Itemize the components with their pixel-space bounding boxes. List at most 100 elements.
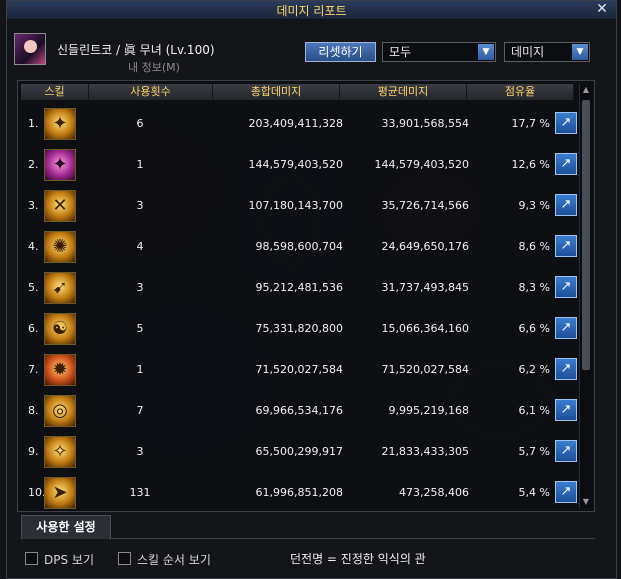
row-average: 71,520,027,584 xyxy=(381,363,469,376)
tab-divider xyxy=(111,538,595,539)
skill-order-checkbox[interactable]: 스킬 순서 보기 xyxy=(118,551,211,568)
scrollbar[interactable]: ▲ ▼ xyxy=(579,84,592,508)
dungeon-name: 던전명 = 진정한 익식의 관 xyxy=(290,552,426,566)
row-index: 6. xyxy=(28,322,39,335)
table-header: 스킬 사용횟수 총합데미지 평균데미지 점유율 xyxy=(21,84,574,100)
row-total: 65,500,299,917 xyxy=(255,445,343,458)
tab-used-settings[interactable]: 사용한 설정 xyxy=(21,515,111,539)
row-index: 2. xyxy=(28,158,39,171)
row-count: 1 xyxy=(136,363,144,376)
row-share: 5,7 % xyxy=(518,445,550,458)
table-row: 9. ✧ 3 65,500,299,917 21,833,433,305 5,7… xyxy=(18,431,578,472)
skill-icon: ✦ xyxy=(44,149,76,181)
metric-select-value: 데미지 xyxy=(511,45,545,59)
skill-icon: ➤ xyxy=(44,477,76,509)
row-index: 10. xyxy=(28,486,46,499)
table-row: 7. ✹ 1 71,520,027,584 71,520,027,584 6,2… xyxy=(18,349,578,390)
row-total: 71,520,027,584 xyxy=(255,363,343,376)
skill-icon: ☯ xyxy=(44,313,76,345)
skill-icon: ✕ xyxy=(44,190,76,222)
row-count: 3 xyxy=(136,281,144,294)
table-row: 10. ➤ 131 61,996,851,208 473,258,406 5,4… xyxy=(18,472,578,513)
checkbox-icon[interactable] xyxy=(25,552,38,565)
row-average: 24,649,650,176 xyxy=(381,240,469,253)
row-total: 75,331,820,800 xyxy=(255,322,343,335)
filter-select-value: 모두 xyxy=(389,45,412,59)
metric-select[interactable]: 데미지 ▼ xyxy=(504,42,590,62)
share-detail-icon[interactable]: ↗ xyxy=(555,276,577,298)
my-info-label: 내 정보(M) xyxy=(128,61,180,74)
scroll-thumb[interactable] xyxy=(582,100,590,370)
row-share: 6,6 % xyxy=(518,322,550,335)
row-index: 8. xyxy=(28,404,39,417)
row-average: 31,737,493,845 xyxy=(381,281,469,294)
share-detail-icon[interactable]: ↗ xyxy=(555,481,577,503)
share-detail-icon[interactable]: ↗ xyxy=(555,112,577,134)
row-share: 6,1 % xyxy=(518,404,550,417)
share-detail-icon[interactable]: ↗ xyxy=(555,153,577,175)
skill-icon: ✺ xyxy=(44,231,76,263)
row-count: 5 xyxy=(136,322,144,335)
table-row: 6. ☯ 5 75,331,820,800 15,066,364,160 6,6… xyxy=(18,308,578,349)
dps-label: DPS 보기 xyxy=(44,553,94,567)
row-share: 9,3 % xyxy=(518,199,550,212)
row-share: 17,7 % xyxy=(511,117,550,130)
reset-button[interactable]: 리셋하기 xyxy=(305,42,376,62)
skill-icon: ✹ xyxy=(44,354,76,386)
row-index: 9. xyxy=(28,445,39,458)
header-skill: 스킬 xyxy=(21,84,89,100)
share-detail-icon[interactable]: ↗ xyxy=(555,358,577,380)
share-detail-icon[interactable]: ↗ xyxy=(555,317,577,339)
titlebar: 데미지 리포트 ✕ xyxy=(7,1,616,20)
row-index: 4. xyxy=(28,240,39,253)
row-share: 5,4 % xyxy=(518,486,550,499)
row-average: 21,833,433,305 xyxy=(381,445,469,458)
row-average: 473,258,406 xyxy=(399,486,469,499)
share-detail-icon[interactable]: ↗ xyxy=(555,235,577,257)
row-total: 107,180,143,700 xyxy=(248,199,343,212)
row-total: 69,966,534,176 xyxy=(255,404,343,417)
row-index: 1. xyxy=(28,117,39,130)
skill-icon: ◎ xyxy=(44,395,76,427)
row-total: 61,996,851,208 xyxy=(255,486,343,499)
share-detail-icon[interactable]: ↗ xyxy=(555,194,577,216)
row-count: 131 xyxy=(129,486,151,499)
chevron-down-icon[interactable]: ▼ xyxy=(478,44,494,60)
row-total: 95,212,481,536 xyxy=(255,281,343,294)
row-count: 3 xyxy=(136,199,144,212)
table-row: 3. ✕ 3 107,180,143,700 35,726,714,566 9,… xyxy=(18,185,578,226)
window-title: 데미지 리포트 xyxy=(276,4,347,18)
row-count: 1 xyxy=(136,158,144,171)
share-detail-icon[interactable]: ↗ xyxy=(555,399,577,421)
table-row: 1. ✦ 6 203,409,411,328 33,901,568,554 17… xyxy=(18,103,578,144)
row-total: 98,598,600,704 xyxy=(255,240,343,253)
share-detail-icon[interactable]: ↗ xyxy=(555,440,577,462)
scroll-up-icon[interactable]: ▲ xyxy=(581,85,591,95)
dps-checkbox[interactable]: DPS 보기 xyxy=(25,551,94,568)
table-row: 5. ➹ 3 95,212,481,536 31,737,493,845 8,3… xyxy=(18,267,578,308)
table-row: 8. ◎ 7 69,966,534,176 9,995,219,168 6,1 … xyxy=(18,390,578,431)
row-index: 3. xyxy=(28,199,39,212)
row-share: 6,2 % xyxy=(518,363,550,376)
header-total: 총합데미지 xyxy=(213,84,340,100)
skill-icon: ✧ xyxy=(44,436,76,468)
character-name: 신들린트코 / 眞 무녀 (Lv.100) xyxy=(57,43,215,57)
skill-damage-table: 스킬 사용횟수 총합데미지 평균데미지 점유율 1. ✦ 6 203,409,4… xyxy=(17,80,595,512)
row-average: 33,901,568,554 xyxy=(381,117,469,130)
skill-icon: ✦ xyxy=(44,108,76,140)
close-icon[interactable]: ✕ xyxy=(594,1,610,17)
scroll-down-icon[interactable]: ▼ xyxy=(581,497,591,507)
row-index: 5. xyxy=(28,281,39,294)
row-total: 203,409,411,328 xyxy=(248,117,343,130)
row-average: 15,066,364,160 xyxy=(381,322,469,335)
row-count: 7 xyxy=(136,404,144,417)
table-row: 2. ✦ 1 144,579,403,520 144,579,403,520 1… xyxy=(18,144,578,185)
filter-select[interactable]: 모두 ▼ xyxy=(382,42,496,62)
chevron-down-icon[interactable]: ▼ xyxy=(572,44,588,60)
skill-order-label: 스킬 순서 보기 xyxy=(137,553,211,567)
row-index: 7. xyxy=(28,363,39,376)
table-row: 4. ✺ 4 98,598,600,704 24,649,650,176 8,6… xyxy=(18,226,578,267)
skill-icon: ➹ xyxy=(44,272,76,304)
row-average: 9,995,219,168 xyxy=(388,404,469,417)
checkbox-icon[interactable] xyxy=(118,552,131,565)
